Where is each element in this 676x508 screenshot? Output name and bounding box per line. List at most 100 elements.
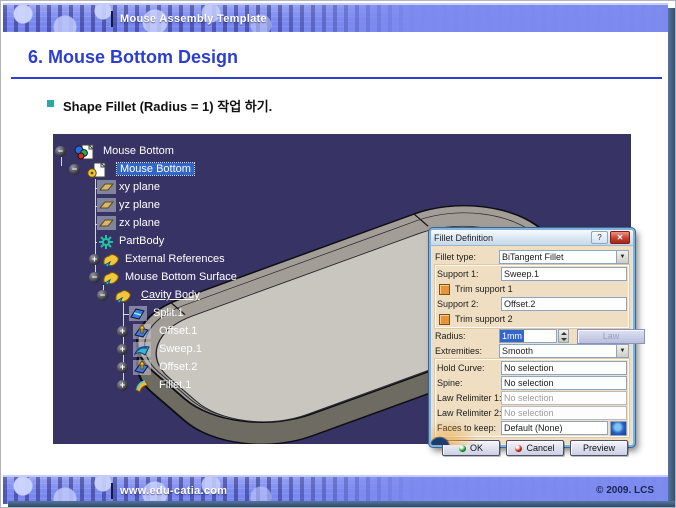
row-hold-curve: Hold Curve:No selection <box>437 361 627 375</box>
bullet-row: Shape Fillet (Radius = 1) 작업 하기. <box>47 96 272 115</box>
footer-site-text: www.edu-catia.com <box>120 485 227 497</box>
expand-icon[interactable]: + <box>117 326 128 337</box>
tree-item-mouse-bottom[interactable]: − Mouse Bottom <box>53 143 631 161</box>
status-dot-icon <box>459 445 466 452</box>
input-radius[interactable]: 1mm <box>499 329 557 343</box>
row-faces-to-keep: Faces to keep:Default (None) <box>437 421 627 435</box>
field-label: Faces to keep: <box>437 423 501 433</box>
tree-item-mouse-bottom-part[interactable]: − Mouse Bottom <box>53 161 631 179</box>
button-label: OK <box>470 443 483 453</box>
footer-copyright: © 2009. LCS <box>596 485 654 496</box>
title-underline <box>11 77 662 79</box>
split-icon <box>129 306 149 322</box>
row-trim-support-1: Trim support 1 <box>437 282 627 296</box>
tree-item-label[interactable]: PartBody <box>119 235 164 247</box>
chevron-down-icon[interactable]: ▼ <box>616 345 628 357</box>
dropdown-extremities[interactable]: Smooth ▼ <box>499 344 629 358</box>
row-extremities: Extremities:Smooth▼ <box>435 344 629 358</box>
tree-item-label[interactable]: zx plane <box>119 217 160 229</box>
row-trim-support-2: Trim support 2 <box>437 312 627 326</box>
tree-item-label[interactable]: Fillet.1 <box>159 379 191 391</box>
tree-item-label[interactable]: Mouse Bottom <box>103 145 174 157</box>
field-label: Fillet type: <box>435 252 499 262</box>
law-button: Law <box>577 329 645 344</box>
input-support-1[interactable]: Sweep.1 <box>501 267 627 281</box>
field-label: Support 1: <box>437 269 501 279</box>
slide: Mouse Assembly Template 6. Mouse Bottom … <box>0 0 676 508</box>
chevron-down-icon[interactable]: ▼ <box>616 251 628 263</box>
product-icon <box>73 144 93 160</box>
radius-spinner[interactable] <box>558 329 569 343</box>
fillet-icon <box>133 378 153 394</box>
part-icon <box>87 162 107 178</box>
offset-icon <box>133 324 153 340</box>
collapse-icon[interactable]: − <box>97 290 108 301</box>
group-frame-curves: Hold Curve:No selectionSpine:No selectio… <box>435 359 629 437</box>
preview-button[interactable]: Preview <box>570 440 628 456</box>
header-divider <box>111 11 113 27</box>
slide-right-edge <box>668 8 675 507</box>
header-banner: Mouse Assembly Template <box>3 3 668 32</box>
collapse-icon[interactable]: − <box>55 146 66 157</box>
expand-icon[interactable]: + <box>117 344 128 355</box>
ok-button[interactable]: OK <box>442 440 500 456</box>
input-spine[interactable]: No selection <box>501 376 627 390</box>
row-law-relimiter-1: Law Relimiter 1:No selection <box>437 391 627 405</box>
tree-item-label[interactable]: Split.1 <box>153 307 184 319</box>
dialog-close-button[interactable]: ✕ <box>610 231 630 244</box>
openbody-icon <box>101 252 121 268</box>
checkbox-trim-support-2[interactable] <box>439 314 450 325</box>
tree-item-label[interactable]: External References <box>125 253 225 265</box>
faces-to-keep-icon[interactable] <box>610 421 627 436</box>
tree-item-label[interactable]: Mouse Bottom <box>117 163 194 175</box>
bullet-text: Shape Fillet (Radius = 1) 작업 하기. <box>63 96 272 115</box>
tree-item-label[interactable]: Offset.2 <box>159 361 197 373</box>
dialog-titlebar[interactable]: Fillet Definition ? ✕ <box>431 230 633 246</box>
field-label: Support 2: <box>437 299 501 309</box>
dropdown-fillet-type[interactable]: BiTangent Fillet ▼ <box>499 250 629 264</box>
cancel-button[interactable]: Cancel <box>506 440 564 456</box>
input-hold-curve[interactable]: No selection <box>501 361 627 375</box>
sweep-icon <box>133 342 153 358</box>
plane-icon <box>97 180 117 196</box>
field-label: Law Relimiter 2: <box>437 408 501 418</box>
plane-icon <box>97 216 117 232</box>
checkbox-label: Trim support 1 <box>455 284 513 294</box>
page-title: 6. Mouse Bottom Design <box>28 47 238 68</box>
input-law-relimiter-2: No selection <box>501 406 627 420</box>
row-radius: Radius:1mmLaw <box>435 329 629 343</box>
field-label: Hold Curve: <box>437 363 501 373</box>
header-banner-title: Mouse Assembly Template <box>120 13 267 25</box>
tree-item-label[interactable]: Sweep.1 <box>159 343 202 355</box>
checkbox-trim-support-1[interactable] <box>439 284 450 295</box>
tree-item-label[interactable]: yz plane <box>119 199 160 211</box>
expand-icon[interactable]: + <box>117 380 128 391</box>
expand-icon[interactable]: + <box>89 254 100 265</box>
dialog-button-row: OK Cancel Preview <box>435 440 629 456</box>
row-fillet-type: Fillet type:BiTangent Fillet ▼ <box>435 250 629 264</box>
field-label: Spine: <box>437 378 501 388</box>
button-label: Cancel <box>526 443 554 453</box>
tree-item-xy-plane[interactable]: xy plane <box>53 179 631 197</box>
dialog-body: Fillet type:BiTangent Fillet▼Support 1:S… <box>431 246 633 458</box>
dropdown-value: BiTangent Fillet <box>502 252 564 262</box>
dialog-help-button[interactable]: ? <box>591 231 608 244</box>
expand-icon[interactable]: + <box>117 362 128 373</box>
button-label: Preview <box>583 443 615 453</box>
openbody-icon <box>113 288 133 304</box>
tree-item-label[interactable]: xy plane <box>119 181 160 193</box>
collapse-icon[interactable]: − <box>69 164 80 175</box>
collapse-icon[interactable]: − <box>89 272 100 283</box>
tree-item-label[interactable]: Cavity Body <box>141 289 200 301</box>
status-dot-icon <box>515 445 522 452</box>
row-support-2: Support 2:Offset.2 <box>437 297 627 311</box>
dropdown-value: Smooth <box>502 346 533 356</box>
row-spine: Spine:No selection <box>437 376 627 390</box>
input-support-2[interactable]: Offset.2 <box>501 297 627 311</box>
tree-item-label[interactable]: Mouse Bottom Surface <box>125 271 237 283</box>
tree-item-label[interactable]: Offset.1 <box>159 325 197 337</box>
input-faces-to-keep[interactable]: Default (None) <box>501 421 608 435</box>
row-law-relimiter-2: Law Relimiter 2:No selection <box>437 406 627 420</box>
tree-item-yz-plane[interactable]: yz plane <box>53 197 631 215</box>
field-label: Law Relimiter 1: <box>437 393 501 403</box>
